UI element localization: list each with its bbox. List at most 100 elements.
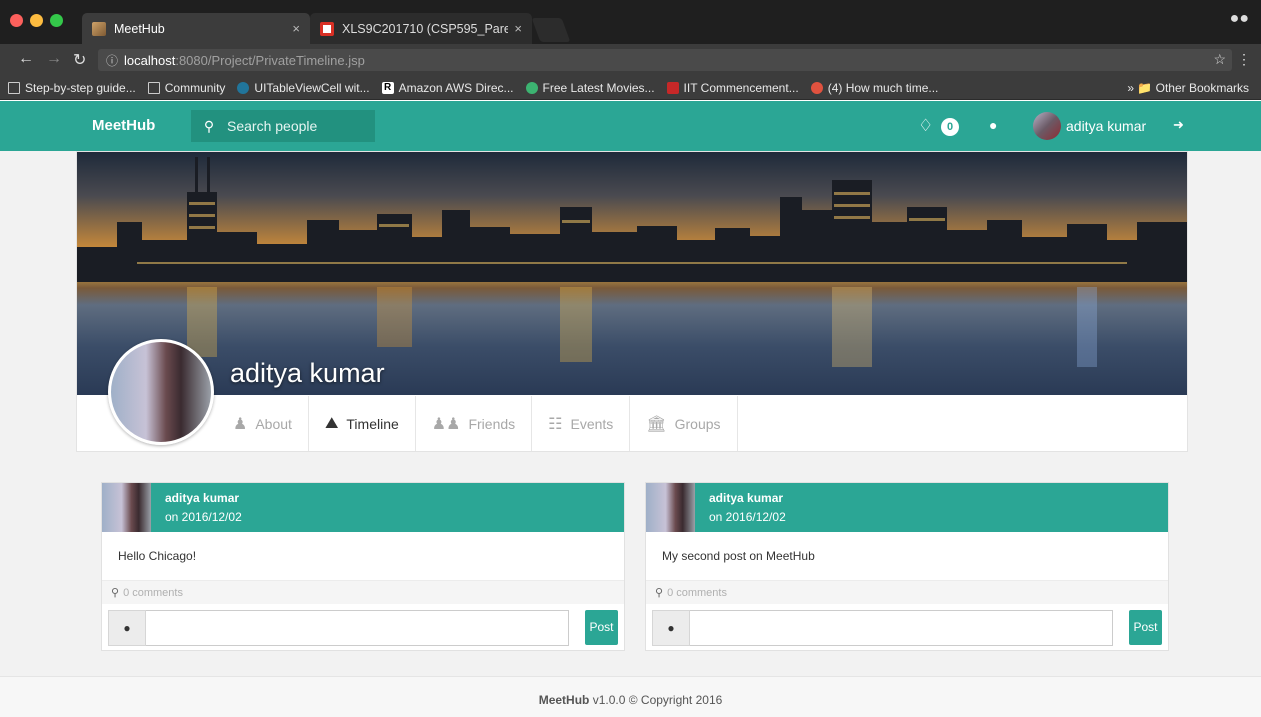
comments-icon: ⚲ [655,587,664,599]
bookmark-item[interactable]: R Amazon AWS Direc... [381,80,514,95]
meethub-favicon-icon [92,21,106,36]
post-text: Hello Chicago! [118,549,197,563]
tab-timeline[interactable]: ⛰ Timeline [309,396,416,451]
url-host: localhost [124,52,176,68]
events-icon: ☷ [548,415,563,433]
brand-logo[interactable]: MeetHub [92,117,155,134]
address-bar[interactable]: ⓘ localhost:8080/Project/PrivateTimeline… [98,49,1232,71]
other-bookmarks-label: Other Bookmarks [1155,81,1249,95]
comment-icon: ● [108,610,146,646]
gmail-favicon-icon [320,21,334,36]
tab-about[interactable]: ♟ About [217,396,309,451]
comment-input[interactable] [146,610,569,646]
bookmark-item[interactable]: IIT Commencement... [666,80,799,95]
profile-avatar[interactable] [108,339,214,445]
comment-form: ● Post [108,610,618,646]
bookmarks-bar: Step-by-step guide... Community UITableV… [0,76,1261,100]
search-input[interactable] [227,118,367,134]
friends-icon: ♟♟ [431,415,461,433]
browser-menu-icon[interactable]: ⋮ [1237,51,1251,68]
browser-tab-gmail[interactable]: XLS9C201710 (CSP595_Pare × [310,13,532,44]
chat-icon[interactable]: ● [989,117,997,133]
search-icon[interactable]: ⚲ [191,118,227,135]
post-text: My second post on MeetHub [662,549,815,563]
post-button[interactable]: Post [1129,610,1162,645]
page-footer: MeetHub v1.0.0 © Copyright 2016 [0,676,1261,717]
tab-label: Groups [674,415,721,432]
comment-input[interactable] [690,610,1113,646]
url-path: :8080/Project/PrivateTimeline.jsp [175,52,365,68]
window-zoom-button[interactable] [50,14,63,27]
profile-name: aditya kumar [230,358,385,388]
browser-tabstrip: MeetHub × XLS9C201710 (CSP595_Pare × ●● [0,0,1261,44]
avatar[interactable] [102,483,151,532]
bookmark-label: Free Latest Movies... [542,80,655,95]
post-header: aditya kumar on 2016/12/02 [102,483,624,532]
tab-groups[interactable]: 🏛 Groups [630,396,738,451]
tab-close-icon[interactable]: × [292,21,300,36]
post-header: aditya kumar on 2016/12/02 [646,483,1168,532]
profile-tabs: ♟ About ⛰ Timeline ♟♟ Friends ☷ Events 🏛 Grou… [217,396,738,451]
page-icon [147,81,160,94]
avatar[interactable] [1033,112,1061,140]
bookmark-item[interactable]: (4) How much time... [810,81,938,95]
bookmark-item[interactable]: Community [147,80,226,95]
info-icon[interactable]: ⓘ [106,52,118,69]
nav-user-name[interactable]: aditya kumar [1066,118,1146,134]
bookmark-label: IIT Commencement... [683,80,799,95]
cover-photo: aditya kumar [77,152,1187,395]
profile-header: aditya kumar ♟ About ⛰ Timeline ♟♟ Friends … [76,151,1188,452]
quora-icon [810,81,823,94]
comment-form: ● Post [652,610,1162,646]
tab-events[interactable]: ☷ Events [532,396,631,451]
post-author[interactable]: aditya kumar [709,491,783,505]
bookmark-label: UITableViewCell wit... [254,80,370,95]
bookmark-item[interactable]: Free Latest Movies... [525,80,655,95]
tab-close-icon[interactable]: × [514,21,522,36]
bookmark-star-icon[interactable]: ☆ [1213,51,1226,68]
tab-label: Timeline [346,415,399,432]
post-comments[interactable]: ⚲ 0 comments [102,580,624,604]
bookmark-label: Step-by-step guide... [25,80,136,95]
post-card: aditya kumar on 2016/12/02 My second pos… [645,482,1169,651]
window-close-button[interactable] [10,14,23,27]
browser-toolbar: ← → ↻ ⓘ localhost:8080/Project/PrivateTi… [0,44,1261,76]
play-icon [525,81,538,94]
notification-badge[interactable]: 0 [941,118,959,136]
post-date: on 2016/12/02 [165,510,242,524]
post-card: aditya kumar on 2016/12/02 Hello Chicago… [101,482,625,651]
timeline-icon: ⛰ [324,414,339,432]
post-date: on 2016/12/02 [709,510,786,524]
reload-icon[interactable]: ↻ [73,50,86,70]
wordpress-icon [237,81,250,94]
r-icon: R [381,81,394,94]
back-arrow-icon[interactable]: ← [18,50,34,68]
new-tab-button[interactable] [531,18,571,42]
post-author[interactable]: aditya kumar [165,491,239,505]
incognito-icon: ●● [1229,10,1249,27]
tab-label: About [255,415,292,432]
bookmark-label: Amazon AWS Direc... [398,80,514,95]
post-comments[interactable]: ⚲ 0 comments [646,580,1168,604]
tab-friends[interactable]: ♟♟ Friends [416,396,533,451]
comments-icon: ⚲ [111,587,120,599]
forward-arrow-icon[interactable]: → [46,50,62,68]
logout-icon[interactable]: ➜ [1173,117,1184,133]
post-button[interactable]: Post [585,610,618,645]
page-icon [8,81,20,94]
bookmark-item[interactable]: UITableViewCell wit... [237,80,370,95]
comments-count: 0 comments [667,587,727,599]
comment-icon: ● [652,610,690,646]
search-box: ⚲ [191,110,375,142]
tab-title: XLS9C201710 (CSP595_Pare [342,21,509,36]
tab-label: Events [570,415,614,432]
browser-tab-meethub[interactable]: MeetHub × [82,13,310,44]
iit-icon [666,81,679,94]
bookmark-item[interactable]: Step-by-step guide... [8,81,136,95]
bell-icon[interactable]: ♢ [918,116,933,136]
tab-title: MeetHub [114,21,165,36]
avatar[interactable] [646,483,695,532]
bookmark-label: Community [164,80,226,95]
other-bookmarks[interactable]: » 📁 Other Bookmarks [1127,81,1249,95]
window-minimize-button[interactable] [30,14,43,27]
